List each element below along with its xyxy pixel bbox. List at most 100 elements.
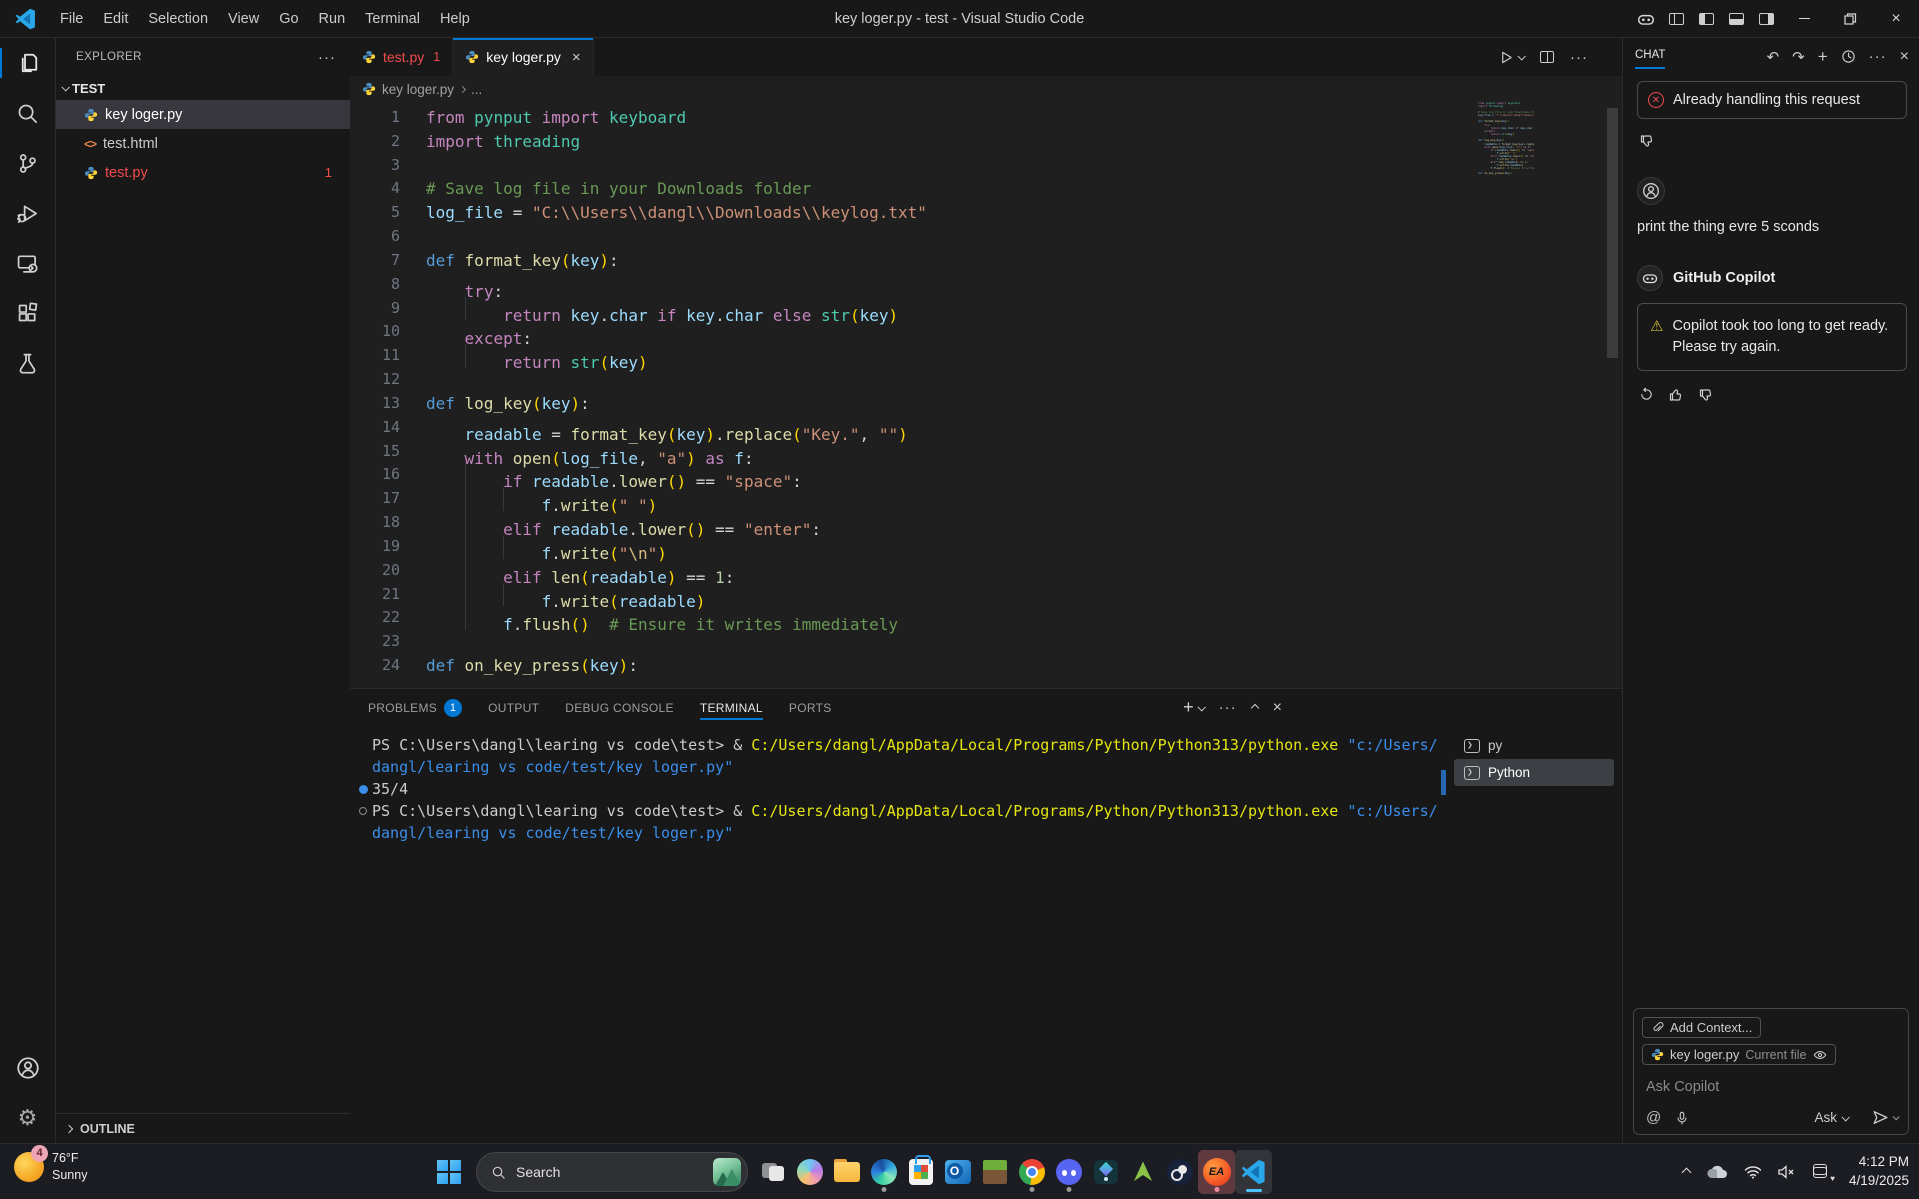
outline-section[interactable]: OUTLINE <box>56 1113 350 1143</box>
menu-run[interactable]: Run <box>310 7 355 31</box>
settings-icon[interactable]: ⚙ <box>0 1093 56 1143</box>
onedrive-icon[interactable] <box>1706 1165 1728 1180</box>
code-line[interactable]: 14readable = format_key(key).replace("Ke… <box>350 416 1512 440</box>
minimize-button[interactable] <box>1781 0 1827 38</box>
attached-file-chip[interactable]: key loger.py Current file <box>1642 1044 1836 1065</box>
file-item-test-html[interactable]: <>test.html <box>56 129 350 158</box>
eye-icon[interactable] <box>1813 1048 1827 1062</box>
minimap[interactable]: from pynput import keyboardimport thread… <box>1476 102 1534 175</box>
code-line[interactable]: 13def log_key(key): <box>350 392 1512 416</box>
customize-layout-icon[interactable] <box>1661 6 1691 32</box>
breadcrumb-more[interactable]: ... <box>471 82 482 97</box>
chat-input-placeholder[interactable]: Ask Copilot <box>1642 1071 1900 1107</box>
code-line[interactable]: 15with open(log_file, "a") as f: <box>350 440 1512 464</box>
explorer-icon[interactable] <box>0 38 56 88</box>
editor-scrollbar[interactable] <box>1607 108 1618 358</box>
editor-more-actions-icon[interactable]: ··· <box>1570 49 1588 66</box>
code-line[interactable]: 24def on_key_press(key): <box>350 654 1512 678</box>
menu-file[interactable]: File <box>51 7 92 31</box>
close-chat-icon[interactable]: × <box>1900 48 1909 66</box>
cast-heart-icon[interactable]: ♥ <box>1813 1164 1833 1180</box>
file-item-test-py[interactable]: test.py1 <box>56 158 350 187</box>
minecraft-taskbar-icon[interactable] <box>976 1150 1013 1194</box>
folder-section-test[interactable]: TEST <box>56 76 350 100</box>
thumbs-up-icon[interactable] <box>1668 387 1684 403</box>
toggle-panel-icon[interactable] <box>1721 6 1751 32</box>
source-control-icon[interactable] <box>0 138 56 188</box>
code-line[interactable]: 7def format_key(key): <box>350 249 1512 273</box>
code-line[interactable]: 18elif readable.lower() == "enter": <box>350 511 1512 535</box>
tray-chevron-up-icon[interactable] <box>1683 1169 1690 1176</box>
chat-tab[interactable]: CHAT <box>1635 49 1665 65</box>
code-line[interactable]: 4# Save log file in your Downloads folde… <box>350 177 1512 201</box>
store-taskbar-icon[interactable] <box>902 1150 939 1194</box>
edge-taskbar-icon[interactable] <box>865 1150 902 1194</box>
taskbar-search[interactable]: Search <box>476 1152 748 1192</box>
chat-input-area[interactable]: Add Context... key loger.py Current file… <box>1633 1008 1909 1135</box>
code-line[interactable]: 20elif len(readable) == 1: <box>350 559 1512 583</box>
panel-tab-terminal[interactable]: TERMINAL <box>700 689 763 726</box>
file-item-key-loger-py[interactable]: key loger.py <box>56 100 350 129</box>
code-line[interactable]: f.flush() # Ensure it writes immediately <box>1476 166 1534 169</box>
extensions-icon[interactable] <box>0 288 56 338</box>
copilot-taskbar-icon[interactable] <box>791 1150 828 1194</box>
thumbs-down-icon[interactable] <box>1639 133 1655 149</box>
run-dropdown-icon[interactable] <box>1517 52 1525 60</box>
outlook-taskbar-icon[interactable] <box>939 1150 976 1194</box>
mention-icon[interactable]: @ <box>1646 1109 1661 1126</box>
code-line[interactable]: 2import threading <box>350 130 1512 154</box>
terminal-scrollbar[interactable] <box>1441 770 1446 795</box>
redo-icon[interactable]: ↷ <box>1792 48 1805 66</box>
tab-key-loger-py[interactable]: key loger.py× <box>453 38 593 76</box>
new-chat-icon[interactable]: + <box>1818 47 1828 67</box>
panel-tab-output[interactable]: OUTPUT <box>488 689 539 726</box>
steam-taskbar-icon[interactable] <box>1161 1150 1198 1194</box>
chat-history-icon[interactable] <box>1841 49 1856 64</box>
toggle-primary-sidebar-icon[interactable] <box>1691 6 1721 32</box>
account-icon[interactable] <box>0 1043 56 1093</box>
code-line[interactable]: def on_key_press(key): <box>1476 172 1534 175</box>
explorer-more-icon[interactable]: ··· <box>318 49 336 66</box>
ea-taskbar-icon[interactable] <box>1198 1150 1235 1194</box>
remote-explorer-icon[interactable] <box>0 238 56 288</box>
add-context-button[interactable]: Add Context... <box>1642 1017 1761 1038</box>
menu-edit[interactable]: Edit <box>94 7 137 31</box>
code-line[interactable]: 22f.flush() # Ensure it writes immediate… <box>350 606 1512 630</box>
run-debug-icon[interactable] <box>0 188 56 238</box>
undo-icon[interactable]: ↶ <box>1767 48 1780 66</box>
code-line[interactable]: 10except: <box>350 320 1512 344</box>
breadcrumb[interactable]: key loger.py ... <box>350 76 1622 102</box>
code-line[interactable]: log_file = "C:\\Users\\dangl\\Downloads\… <box>1476 114 1534 117</box>
close-window-button[interactable]: × <box>1873 0 1919 38</box>
retry-icon[interactable] <box>1639 387 1654 402</box>
task-view-taskbar-icon[interactable] <box>754 1150 791 1194</box>
panel-tab-debug-console[interactable]: DEBUG CONSOLE <box>565 689 674 726</box>
code-editor[interactable]: 1from pynput import keyboard2import thre… <box>350 102 1622 688</box>
split-editor-icon[interactable] <box>1540 51 1554 63</box>
terminal-dropdown-icon[interactable] <box>1197 703 1205 711</box>
thumbs-down-icon[interactable] <box>1698 387 1714 403</box>
panel-tab-ports[interactable]: PORTS <box>789 689 832 726</box>
mic-icon[interactable] <box>1675 1111 1689 1125</box>
file-explorer-taskbar-icon[interactable] <box>828 1150 865 1194</box>
close-panel-icon[interactable]: × <box>1273 699 1282 717</box>
panel-tab-problems[interactable]: PROBLEMS1 <box>368 689 462 726</box>
search-icon[interactable] <box>0 88 56 138</box>
close-tab-icon[interactable]: × <box>572 49 581 66</box>
menu-view[interactable]: View <box>219 7 268 31</box>
filmora-taskbar-icon[interactable] <box>1087 1150 1124 1194</box>
code-line[interactable]: 11return str(key) <box>350 344 1512 368</box>
wifi-icon[interactable] <box>1744 1165 1762 1179</box>
toggle-secondary-sidebar-icon[interactable] <box>1751 6 1781 32</box>
vscode-taskbar-icon[interactable] <box>1235 1150 1272 1194</box>
taskbar-clock[interactable]: 4:12 PM 4/19/2025 <box>1849 1153 1909 1191</box>
menu-go[interactable]: Go <box>270 7 307 31</box>
code-line[interactable]: 6 <box>350 225 1512 249</box>
code-line[interactable]: 8try: <box>350 273 1512 297</box>
start-button[interactable] <box>428 1151 470 1193</box>
code-line[interactable]: 19f.write("\n") <box>350 535 1512 559</box>
restore-button[interactable] <box>1827 0 1873 38</box>
mode-selector[interactable]: Ask <box>1814 1110 1848 1125</box>
weather-widget[interactable]: 4 76°F Sunny <box>14 1150 87 1184</box>
copilot-titlebar-icon[interactable] <box>1631 6 1661 32</box>
